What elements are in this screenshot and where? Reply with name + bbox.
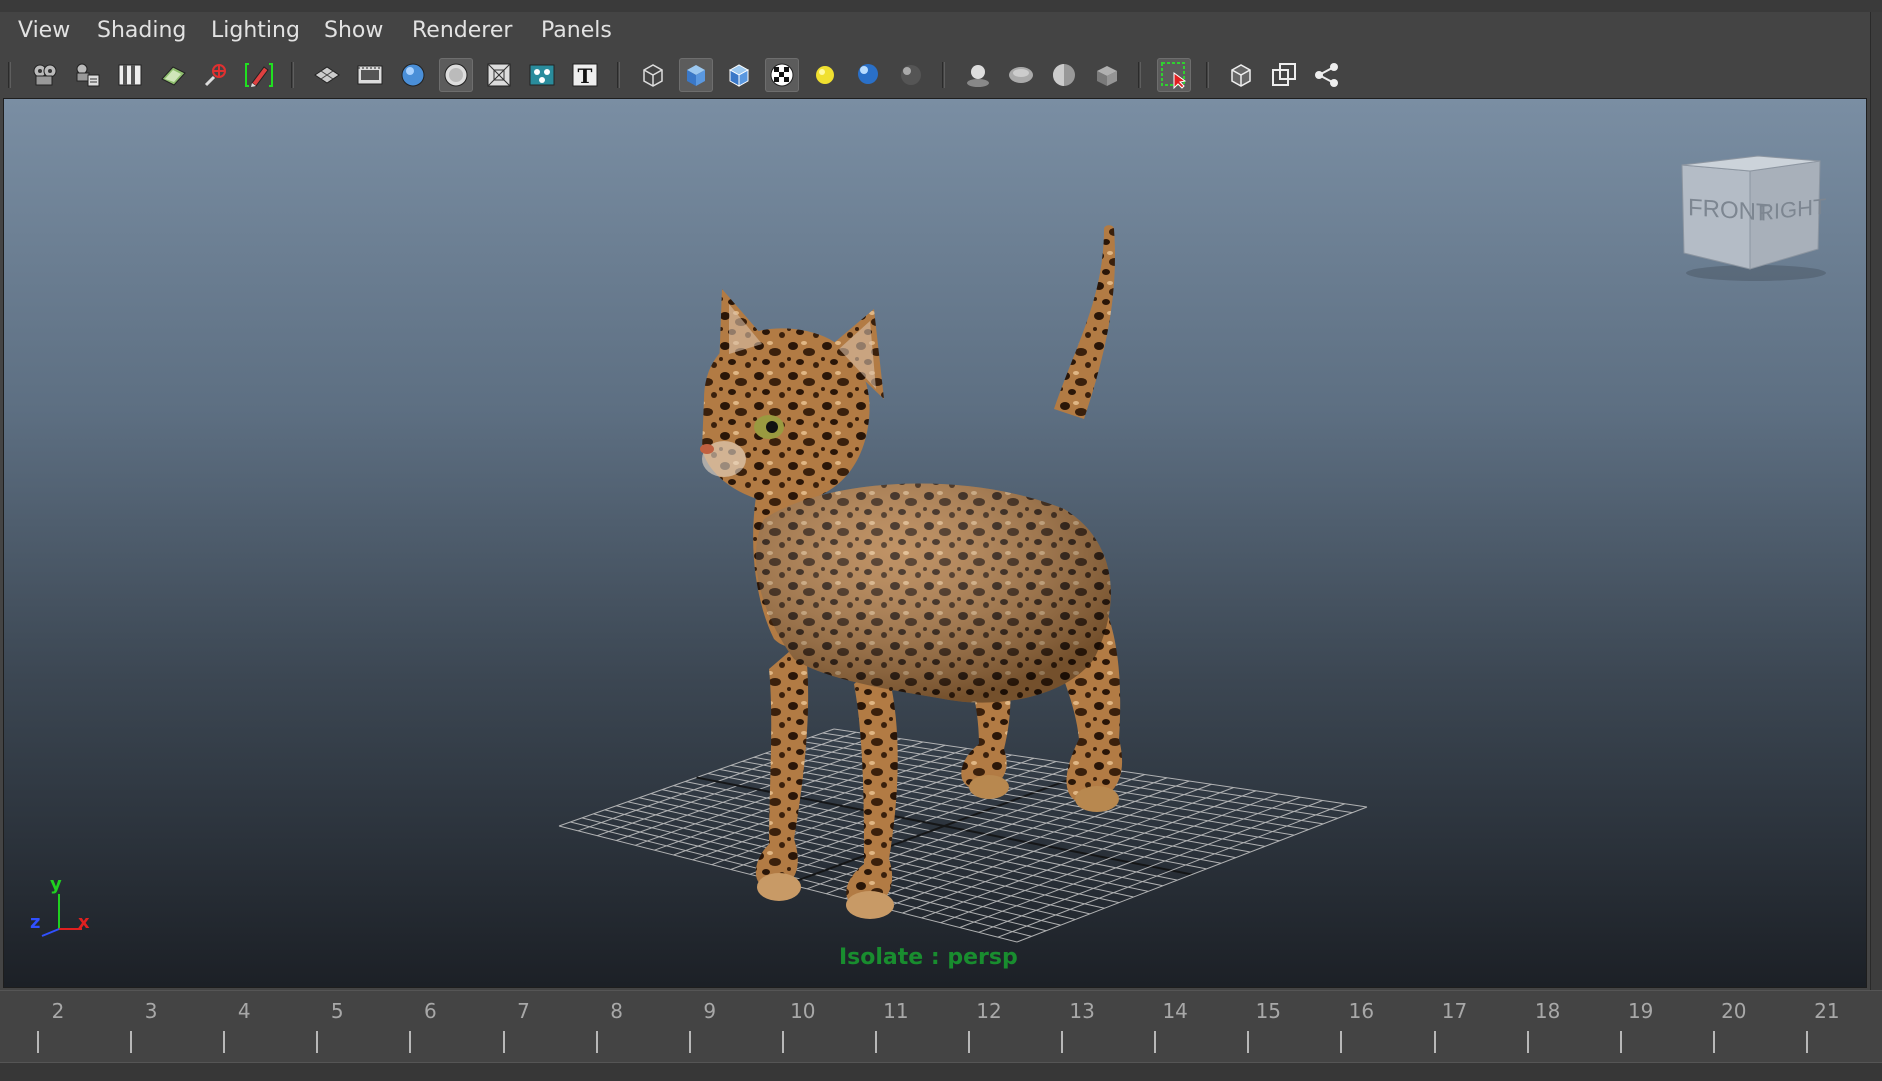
film-gate-icon[interactable] bbox=[353, 58, 387, 92]
timeline-frame-label: 21 bbox=[1814, 999, 1840, 1023]
timeline-frame-label: 16 bbox=[1348, 999, 1375, 1023]
menu-show[interactable]: Show bbox=[324, 18, 383, 43]
timeline-frame-label: 3 bbox=[144, 999, 158, 1023]
timeline-tick bbox=[1340, 1031, 1343, 1053]
xray-joints-icon[interactable] bbox=[1224, 58, 1258, 92]
timeline-tick bbox=[874, 1031, 877, 1053]
timeline-tick bbox=[1433, 1031, 1436, 1053]
timeline-tick bbox=[688, 1031, 691, 1053]
timeline-tick bbox=[1526, 1031, 1529, 1053]
timeline-frame-label: 19 bbox=[1627, 999, 1654, 1023]
camera-2d-pan-icon[interactable] bbox=[199, 58, 233, 92]
timeline-tick bbox=[409, 1031, 412, 1053]
grid-icon[interactable] bbox=[310, 58, 344, 92]
axis-z-label: z bbox=[30, 912, 41, 933]
timeline-frame-label: 13 bbox=[1069, 999, 1095, 1023]
time-slider[interactable]: 2 3 4 5 6 7 8 9 10 11 12 13 14 15 16 17 18 19 20 21 bbox=[0, 990, 1882, 1063]
xray-active-components-icon[interactable] bbox=[1267, 58, 1301, 92]
timeline-tick bbox=[1712, 1031, 1715, 1053]
toolbar-separator bbox=[291, 62, 294, 88]
motion-blur-icon[interactable] bbox=[961, 58, 995, 92]
timeline-tick bbox=[1619, 1031, 1622, 1053]
timeline-frame-label: 15 bbox=[1255, 999, 1282, 1023]
safe-title-icon[interactable]: T bbox=[568, 58, 602, 92]
range-slider-strip bbox=[0, 1062, 1882, 1081]
timeline-frame-label: 6 bbox=[424, 999, 437, 1023]
timeline-tick bbox=[968, 1031, 970, 1053]
timeline-tick bbox=[1154, 1031, 1157, 1053]
smooth-shade-icon[interactable] bbox=[679, 58, 713, 92]
menu-renderer[interactable]: Renderer bbox=[412, 18, 512, 43]
image-plane-icon[interactable] bbox=[156, 58, 190, 92]
timeline-frame-label: 7 bbox=[517, 999, 530, 1023]
isolate-select-icon[interactable] bbox=[1157, 58, 1191, 92]
timeline-frame-label: 11 bbox=[883, 999, 909, 1023]
timeline-frame-label: 20 bbox=[1721, 999, 1747, 1023]
timeline-frame-label: 9 bbox=[703, 999, 717, 1023]
timeline-frame-label: 5 bbox=[330, 999, 344, 1023]
timeline-frame-label: 17 bbox=[1441, 999, 1468, 1023]
multisample-aa-icon[interactable] bbox=[1004, 58, 1038, 92]
menu-view[interactable]: View bbox=[18, 18, 70, 43]
timeline-frame-label: 14 bbox=[1162, 999, 1188, 1023]
bookmarks-icon[interactable] bbox=[113, 58, 147, 92]
menu-panels[interactable]: Panels bbox=[541, 18, 612, 43]
toolbar-separator bbox=[942, 62, 945, 88]
timeline-tick bbox=[130, 1031, 133, 1053]
screen-space-ao-icon[interactable] bbox=[894, 58, 928, 92]
camera-attributes-icon[interactable] bbox=[70, 58, 104, 92]
panel-toolbar: T bbox=[0, 52, 1870, 98]
timeline-frame-label: 8 bbox=[610, 999, 623, 1023]
timeline-tick bbox=[1061, 1031, 1064, 1053]
textured-icon[interactable] bbox=[765, 58, 799, 92]
grease-pencil-icon[interactable] bbox=[242, 58, 276, 92]
menu-lighting[interactable]: Lighting bbox=[211, 18, 300, 43]
toolbar-separator bbox=[8, 62, 11, 88]
panel-menu-bar: View Shading Lighting Show Renderer Pane… bbox=[0, 12, 1870, 52]
safe-action-icon[interactable] bbox=[525, 58, 559, 92]
select-camera-icon[interactable] bbox=[28, 58, 62, 92]
toolbar-separator bbox=[1206, 62, 1209, 88]
shadows-icon[interactable] bbox=[851, 58, 885, 92]
xray-icon[interactable] bbox=[1090, 58, 1124, 92]
menu-shading[interactable]: Shading bbox=[97, 18, 186, 43]
timeline-tick bbox=[316, 1031, 319, 1053]
toolbar-separator bbox=[617, 62, 620, 88]
wireframe-icon[interactable] bbox=[636, 58, 670, 92]
timeline-tick bbox=[595, 1031, 598, 1053]
svg-text:T: T bbox=[578, 64, 593, 88]
view-cube[interactable]: FRONT RIGHT bbox=[1678, 155, 1828, 285]
wireframe-on-shaded-icon[interactable] bbox=[722, 58, 756, 92]
gate-mask-icon[interactable] bbox=[439, 58, 473, 92]
timeline-tick bbox=[223, 1031, 226, 1053]
axis-gizmo bbox=[41, 894, 82, 937]
axis-x-label: x bbox=[78, 912, 90, 933]
timeline-tick bbox=[1805, 1031, 1808, 1053]
right-panel-edge[interactable] bbox=[1870, 12, 1882, 1080]
toolbar-separator bbox=[1138, 62, 1141, 88]
share-viewport-icon[interactable] bbox=[1310, 58, 1344, 92]
timeline-tick bbox=[1247, 1031, 1250, 1053]
timeline-frame-label: 2 bbox=[51, 999, 65, 1023]
scene-canvas bbox=[41, 225, 1368, 943]
timeline-frame-label: 10 bbox=[790, 999, 816, 1023]
timeline-frame-label: 18 bbox=[1534, 999, 1561, 1023]
axis-y-label: y bbox=[50, 874, 62, 895]
timeline-frame-label: 12 bbox=[976, 999, 1002, 1023]
timeline-tick bbox=[37, 1031, 39, 1053]
resolution-gate-icon[interactable] bbox=[396, 58, 430, 92]
timeline-tick bbox=[781, 1031, 784, 1053]
field-chart-icon[interactable] bbox=[482, 58, 516, 92]
timeline-tick bbox=[502, 1031, 505, 1053]
use-all-lights-icon[interactable] bbox=[808, 58, 842, 92]
ground-grid bbox=[558, 728, 1368, 943]
timeline-frame-label: 4 bbox=[237, 999, 251, 1023]
isolate-label: Isolate : persp bbox=[839, 945, 1018, 970]
depth-of-field-icon[interactable] bbox=[1047, 58, 1081, 92]
perspective-viewport[interactable]: FRONT RIGHT y x z Isolate : persp bbox=[3, 98, 1867, 988]
